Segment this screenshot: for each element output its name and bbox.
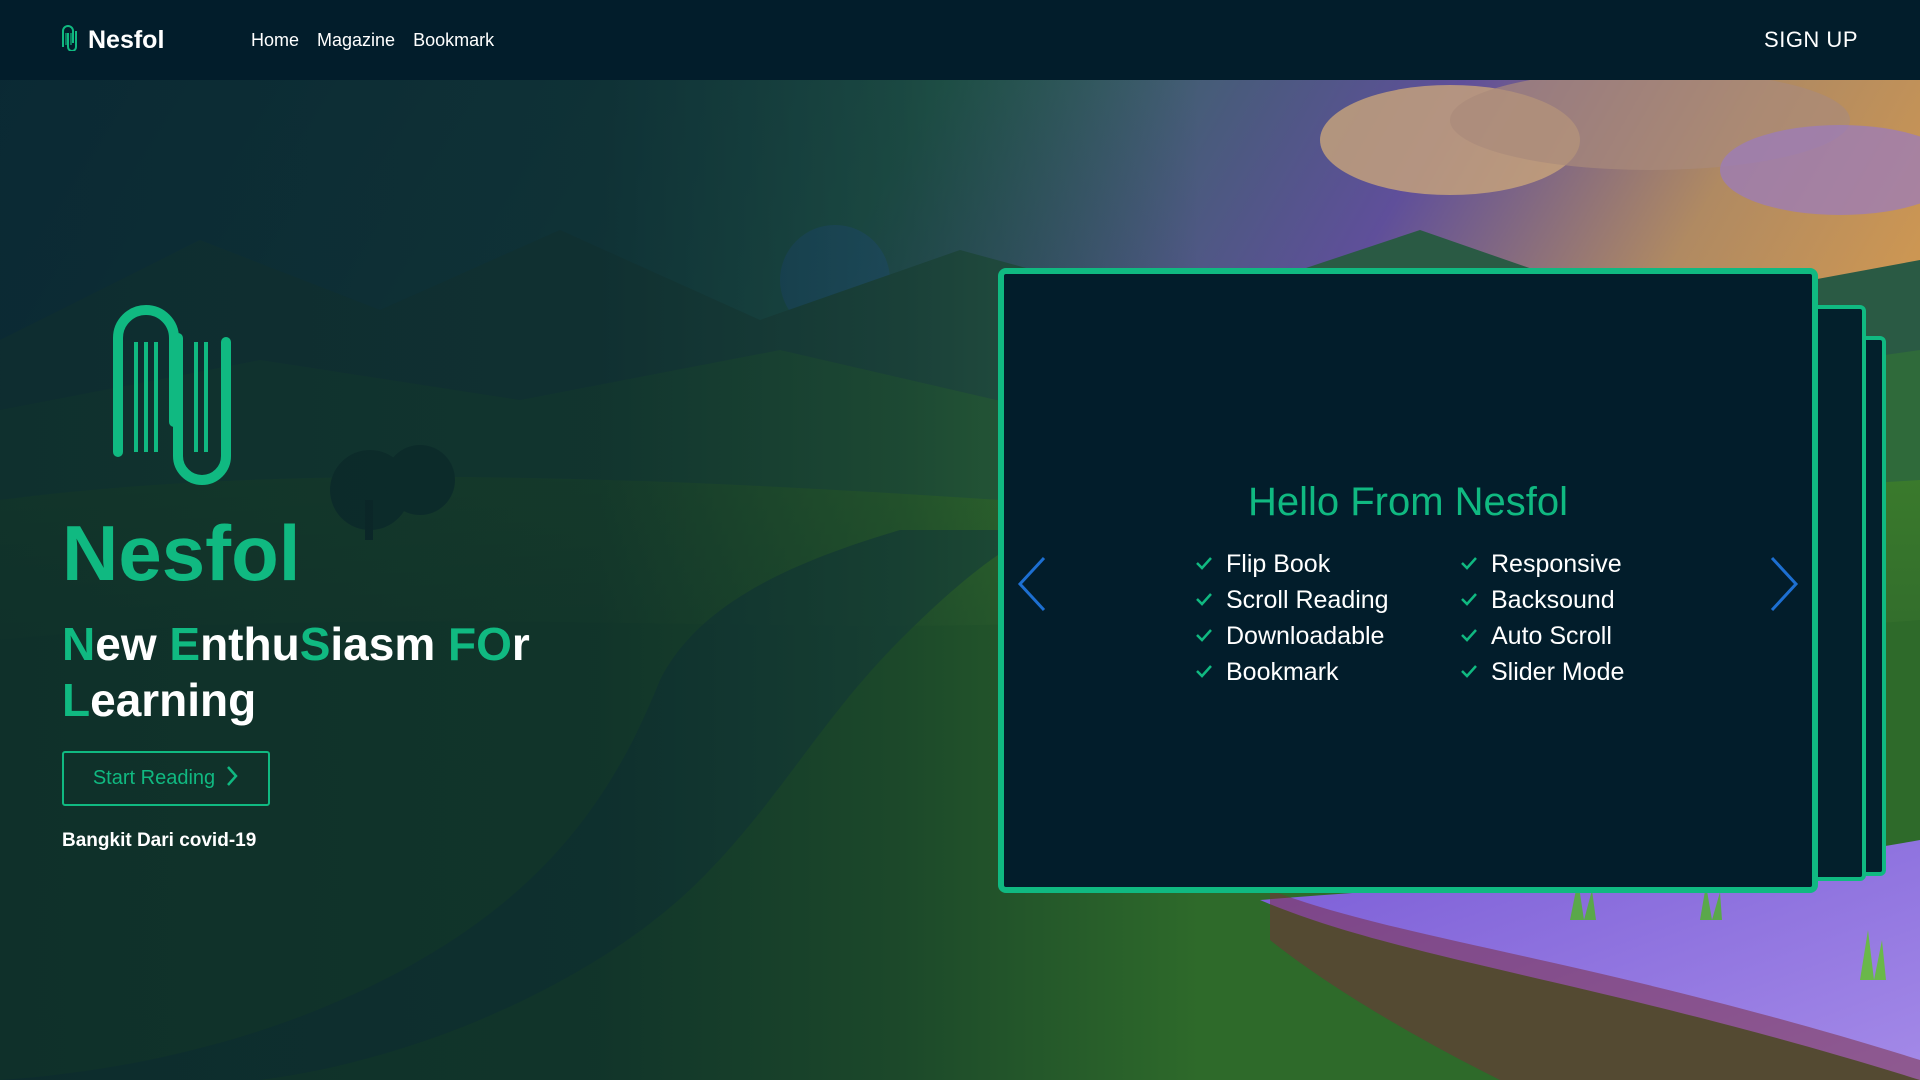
feature-label: Backsound: [1491, 585, 1615, 614]
brand-name: Nesfol: [88, 25, 165, 54]
hero-tagline: New EnthuSiasm FOr Learning: [62, 616, 582, 728]
feature-item: Downloadable: [1194, 621, 1459, 651]
feature-label: Flip Book: [1226, 549, 1331, 578]
check-icon: [1194, 625, 1216, 647]
feature-label: Bookmark: [1226, 657, 1339, 686]
book-title: Hello From Nesfol: [1247, 480, 1569, 524]
nav-bookmark[interactable]: Bookmark: [413, 30, 494, 51]
flip-book-card: Hello From Nesfol Flip Book Responsive Scr…: [998, 268, 1818, 893]
feature-label: Downloadable: [1226, 621, 1385, 650]
tagline-text: earning: [90, 674, 257, 726]
tagline-text: ew: [95, 618, 170, 670]
tagline-accent-letter: N: [62, 618, 96, 670]
feature-item: Bookmark: [1194, 657, 1459, 687]
feature-item: Responsive: [1459, 549, 1659, 579]
hero-subtext: Bangkit Dari covid-19: [62, 830, 257, 851]
tagline-text: nthu: [200, 618, 300, 670]
tagline-accent-letter: S: [299, 618, 331, 670]
prev-page-button[interactable]: [1014, 554, 1050, 614]
tagline-text: r: [511, 618, 530, 670]
tagline-text: iasm: [330, 618, 449, 670]
navbar: Nesfol Home Magazine Bookmark SIGN UP: [0, 0, 1920, 80]
feature-item: Auto Scroll: [1459, 621, 1659, 651]
feature-item: Slider Mode: [1459, 657, 1659, 687]
hero-title: Nesfol: [62, 509, 301, 597]
signup-button[interactable]: SIGN UP: [1764, 0, 1858, 80]
check-icon: [1459, 661, 1481, 683]
check-icon: [1459, 625, 1481, 647]
check-icon: [1459, 589, 1481, 611]
tagline-accent-letter: L: [62, 674, 91, 726]
start-reading-button[interactable]: Start Reading: [62, 751, 270, 806]
feature-item: Backsound: [1459, 585, 1659, 615]
check-icon: [1459, 553, 1481, 575]
feature-label: Auto Scroll: [1491, 621, 1612, 650]
check-icon: [1194, 661, 1216, 683]
start-reading-label: Start Reading: [92, 767, 216, 789]
hero-logo-icon: [110, 302, 250, 497]
tagline-accent-letter: FO: [448, 618, 512, 670]
next-page-button[interactable]: [1766, 554, 1802, 614]
feature-label: Slider Mode: [1491, 657, 1625, 686]
feature-label: Responsive: [1491, 549, 1622, 578]
feature-label: Scroll Reading: [1226, 585, 1389, 614]
feature-item: Scroll Reading: [1194, 585, 1459, 615]
check-icon: [1194, 589, 1216, 611]
nav-home[interactable]: Home: [251, 30, 299, 51]
nav-links: Home Magazine Bookmark: [251, 0, 494, 80]
brand[interactable]: Nesfol: [60, 0, 164, 80]
tagline-accent-letter: E: [169, 618, 201, 670]
nav-magazine[interactable]: Magazine: [317, 30, 395, 51]
logo-icon: [60, 24, 80, 56]
feature-item: Flip Book: [1194, 549, 1459, 579]
check-icon: [1194, 553, 1216, 575]
feature-list: Flip Book Responsive Scroll Reading Backsou…: [1194, 549, 1659, 687]
chevron-right-icon: [225, 764, 239, 794]
